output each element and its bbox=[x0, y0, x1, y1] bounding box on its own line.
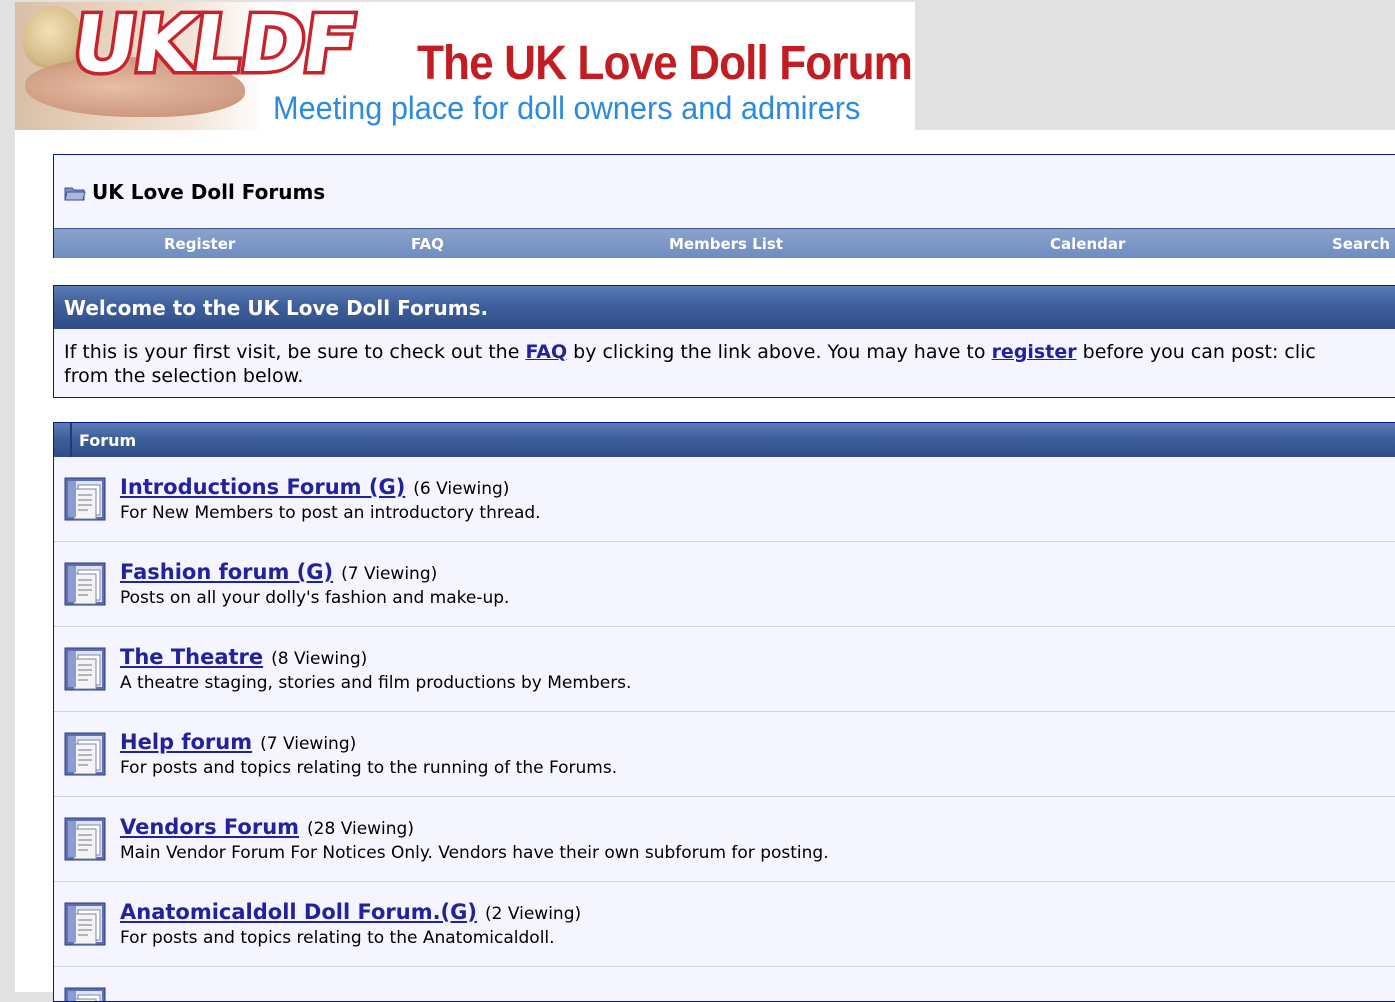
forum-viewing-count: (8 Viewing) bbox=[271, 649, 368, 669]
forum-viewing-count: (7 Viewing) bbox=[341, 564, 438, 584]
nav-members-list[interactable]: Members List bbox=[669, 235, 783, 253]
forum-description: For New Members to post an introductory … bbox=[120, 503, 541, 523]
forum-viewing-count: (7 Viewing) bbox=[260, 734, 357, 754]
forum-title-line: Introductions Forum (G) (6 Viewing) bbox=[120, 475, 509, 499]
forum-status-icon bbox=[64, 987, 108, 1001]
forum-viewing-count: (2 Viewing) bbox=[485, 904, 582, 924]
site-logo: UKLDF bbox=[63, 2, 364, 94]
breadcrumb: UK Love Doll Forums bbox=[64, 177, 325, 207]
forum-row: Help forum (7 Viewing) For posts and topic… bbox=[54, 712, 1395, 797]
forum-link[interactable]: Vendors Forum bbox=[120, 815, 299, 839]
site-banner[interactable]: UKLDF The UK Love Doll Forum Meeting pla… bbox=[15, 2, 915, 130]
forum-row: Introductions Forum (G) (6 Viewing) For Ne… bbox=[54, 457, 1395, 542]
forum-title-line: Vendors Forum (28 Viewing) bbox=[120, 815, 414, 839]
forum-link[interactable]: Help forum bbox=[120, 730, 252, 754]
forum-description: For posts and topics relating to the run… bbox=[120, 758, 618, 778]
forum-row: The Theatre (8 Viewing) A theatre staging,… bbox=[54, 627, 1395, 712]
forum-link[interactable]: Introductions Forum (G) bbox=[120, 475, 405, 499]
nav-calendar[interactable]: Calendar bbox=[1050, 235, 1125, 253]
forum-list-header: Forum bbox=[54, 423, 1395, 457]
welcome-text-1: If this is your first visit, be sure to … bbox=[64, 341, 526, 363]
forum-row: Vendors Forum (28 Viewing) Main Vendor For… bbox=[54, 797, 1395, 882]
page-content: UK Love Doll Forums Register FAQ Members… bbox=[15, 130, 1395, 1002]
nav-faq[interactable]: FAQ bbox=[411, 235, 444, 253]
forum-description: For posts and topics relating to the Ana… bbox=[120, 928, 555, 948]
welcome-text-3: before you can post: clic bbox=[1076, 341, 1316, 363]
forum-title-line: The Theatre (8 Viewing) bbox=[120, 645, 367, 669]
faq-link[interactable]: FAQ bbox=[525, 341, 567, 363]
site-tagline: Meeting place for doll owners and admire… bbox=[273, 90, 861, 126]
nav-register[interactable]: Register bbox=[164, 235, 235, 253]
welcome-text-2: by clicking the link above. You may have… bbox=[567, 341, 992, 363]
forum-link[interactable]: Anatomicaldoll Doll Forum.(G) bbox=[120, 900, 477, 924]
forum-column-header: Forum bbox=[79, 431, 137, 450]
forum-link[interactable]: The Theatre bbox=[120, 645, 263, 669]
welcome-title: Welcome to the UK Love Doll Forums. bbox=[64, 296, 489, 320]
register-link[interactable]: register bbox=[992, 341, 1077, 363]
forum-title-line: Fashion forum (G) (7 Viewing) bbox=[120, 560, 437, 584]
forum-row-partial bbox=[54, 967, 1395, 1001]
navbar: Register FAQ Members List Calendar Searc… bbox=[54, 228, 1395, 258]
forum-link[interactable]: Fashion forum (G) bbox=[120, 560, 333, 584]
breadcrumb-box: UK Love Doll Forums Register FAQ Members… bbox=[53, 154, 1395, 258]
welcome-panel: Welcome to the UK Love Doll Forums. If t… bbox=[53, 285, 1395, 398]
forum-list: Forum Introductions Forum (G) (6 Viewing)… bbox=[53, 422, 1395, 1002]
welcome-header: Welcome to the UK Love Doll Forums. bbox=[54, 286, 1395, 329]
nav-search[interactable]: Search bbox=[1332, 235, 1390, 253]
welcome-text-4: from the selection below. bbox=[64, 365, 304, 387]
site-title: The UK Love Doll Forum bbox=[417, 37, 913, 90]
forum-description: A theatre staging, stories and film prod… bbox=[120, 673, 632, 693]
forum-title-line: Anatomicaldoll Doll Forum.(G) (2 Viewing) bbox=[120, 900, 581, 924]
forum-status-icon bbox=[64, 902, 108, 948]
forum-description: Main Vendor Forum For Notices Only. Vend… bbox=[120, 843, 829, 863]
forum-description: Posts on all your dolly's fashion and ma… bbox=[120, 588, 510, 608]
forum-row: Fashion forum (G) (7 Viewing) Posts on all… bbox=[54, 542, 1395, 627]
forum-viewing-count: (28 Viewing) bbox=[307, 819, 414, 839]
folder-icon bbox=[64, 182, 86, 202]
forum-status-icon bbox=[64, 817, 108, 863]
forum-status-icon bbox=[64, 477, 108, 523]
forum-status-icon bbox=[64, 647, 108, 693]
forum-title-line: Help forum (7 Viewing) bbox=[120, 730, 356, 754]
forum-viewing-count: (6 Viewing) bbox=[413, 479, 510, 499]
forum-row: Anatomicaldoll Doll Forum.(G) (2 Viewing)… bbox=[54, 882, 1395, 967]
welcome-message: If this is your first visit, be sure to … bbox=[64, 340, 1395, 388]
breadcrumb-title[interactable]: UK Love Doll Forums bbox=[92, 180, 325, 204]
header-separator bbox=[70, 423, 72, 457]
forum-status-icon bbox=[64, 562, 108, 608]
forum-status-icon bbox=[64, 732, 108, 778]
